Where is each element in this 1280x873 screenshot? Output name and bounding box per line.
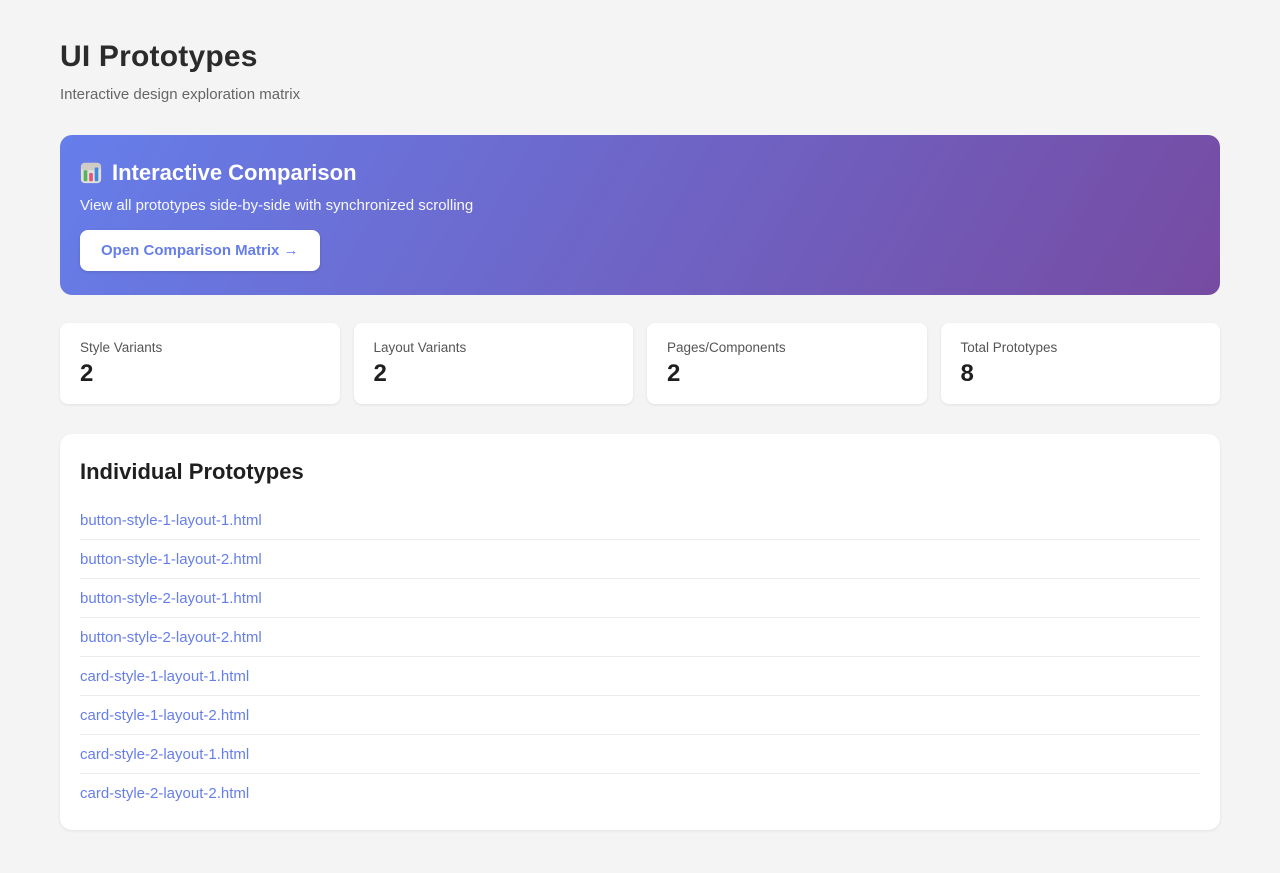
banner-title: Interactive Comparison xyxy=(80,160,1200,186)
bar-chart-icon xyxy=(80,162,102,184)
stat-value: 2 xyxy=(373,360,387,387)
stat-value: 8 xyxy=(960,360,974,387)
prototype-link[interactable]: card-style-1-layout-2.html xyxy=(80,696,1200,734)
list-item: card-style-2-layout-1.html xyxy=(80,735,1200,774)
stat-label: Style Variants xyxy=(80,340,163,355)
list-item: card-style-2-layout-2.html xyxy=(80,774,1200,812)
stat-value: 2 xyxy=(667,360,681,387)
list-item: card-style-1-layout-2.html xyxy=(80,696,1200,735)
prototype-list: button-style-1-layout-1.html button-styl… xyxy=(80,501,1200,812)
list-item: button-style-2-layout-2.html xyxy=(80,618,1200,657)
stats-row: Style Variants 2 Layout Variants 2 Pages… xyxy=(60,323,1220,404)
interactive-comparison-banner: Interactive Comparison View all prototyp… xyxy=(60,135,1220,295)
banner-description: View all prototypes side-by-side with sy… xyxy=(80,197,474,214)
list-item: button-style-2-layout-1.html xyxy=(80,579,1200,618)
stat-card-total-prototypes: Total Prototypes 8 xyxy=(940,323,1220,404)
list-item: card-style-1-layout-1.html xyxy=(80,657,1200,696)
prototype-link[interactable]: button-style-1-layout-2.html xyxy=(80,540,1200,578)
list-item: button-style-1-layout-2.html xyxy=(80,540,1200,579)
prototype-link[interactable]: button-style-2-layout-2.html xyxy=(80,618,1200,656)
stat-card-layout-variants: Layout Variants 2 xyxy=(353,323,633,404)
prototype-link[interactable]: card-style-2-layout-2.html xyxy=(80,774,1200,812)
prototype-link[interactable]: button-style-1-layout-1.html xyxy=(80,501,1200,539)
stat-label: Pages/Components xyxy=(667,340,786,355)
stat-card-pages-components: Pages/Components 2 xyxy=(647,323,927,404)
individual-prototypes-card: Individual Prototypes button-style-1-lay… xyxy=(60,434,1220,830)
banner-title-text: Interactive Comparison xyxy=(112,160,357,185)
open-comparison-matrix-button[interactable]: Open Comparison Matrix → xyxy=(80,230,320,271)
stat-value: 2 xyxy=(80,360,94,387)
prototype-link[interactable]: card-style-2-layout-1.html xyxy=(80,735,1200,773)
prototype-link[interactable]: card-style-1-layout-1.html xyxy=(80,657,1200,695)
stat-label: Total Prototypes xyxy=(960,340,1058,355)
list-item: button-style-1-layout-1.html xyxy=(80,501,1200,540)
page-title: UI Prototypes xyxy=(60,40,258,73)
stat-label: Layout Variants xyxy=(373,340,467,355)
stat-card-style-variants: Style Variants 2 xyxy=(60,323,340,404)
page-subtitle: Interactive design exploration matrix xyxy=(60,86,301,103)
individual-prototypes-heading: Individual Prototypes xyxy=(80,459,304,484)
prototype-link[interactable]: button-style-2-layout-1.html xyxy=(80,579,1200,617)
